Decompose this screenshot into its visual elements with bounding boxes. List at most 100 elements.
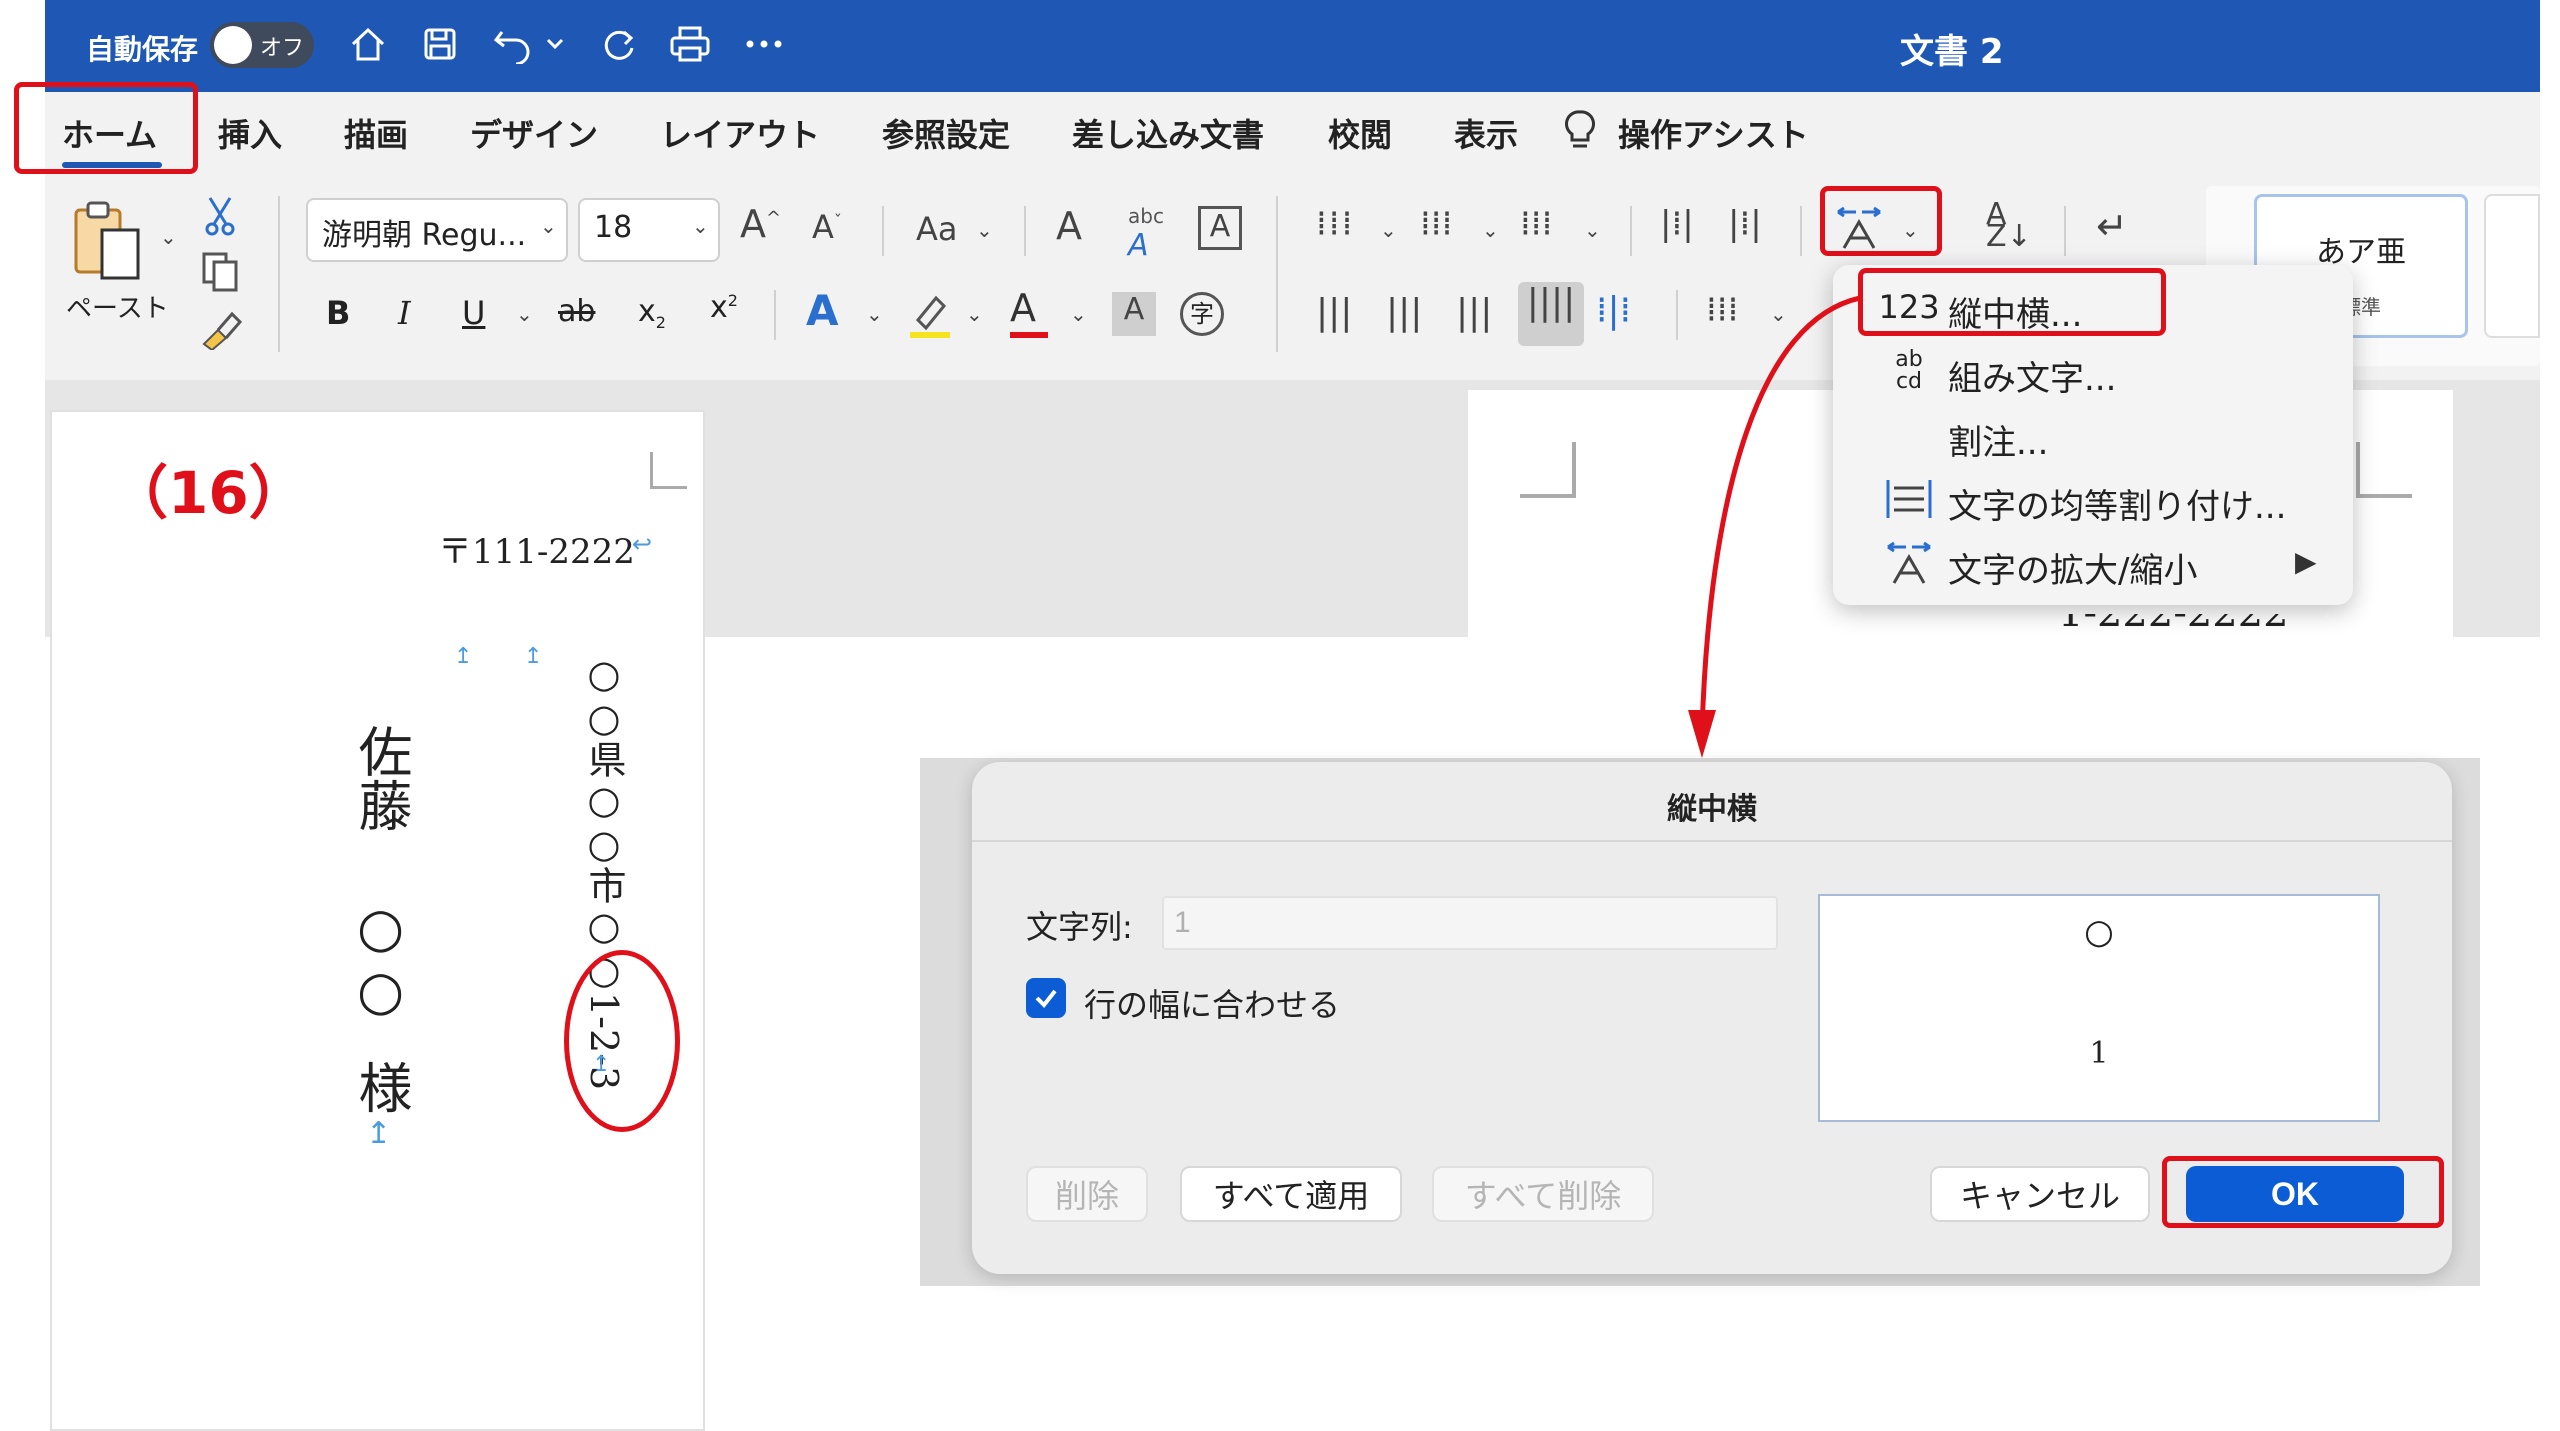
menu-item-combine-characters[interactable]: ab cd 組み文字... [1833,339,2353,401]
highlight-ok-button [2162,1156,2444,1228]
copy-icon[interactable] [198,250,242,294]
paragraph-mark: ↥ [366,1116,392,1151]
numbering-dropdown-icon[interactable]: ⌄ [1482,218,1499,242]
undo-icon[interactable] [490,20,538,68]
bold-icon[interactable]: B [326,294,350,332]
shrink-font-icon[interactable]: Aˇ [812,208,842,246]
italic-icon[interactable]: I [398,294,411,332]
margin-mark [650,452,687,489]
align-center-icon[interactable]: ||| [1386,292,1422,333]
show-formatting-icon[interactable]: ↵ [2096,204,2128,248]
strikethrough-icon[interactable]: ab [558,294,595,329]
tab-draw[interactable]: 描画 [344,110,408,156]
underline-dropdown-icon[interactable]: ⌄ [516,302,533,326]
menu-item-label: 割注... [1948,423,2049,463]
tab-tell-me[interactable]: 操作アシスト [1618,110,1809,156]
align-bottom-icon[interactable]: ||| [1456,292,1492,333]
delete-all-button[interactable]: すべて削除 [1432,1166,1654,1222]
paste-dropdown-icon[interactable]: ⌄ [160,225,177,249]
menu-item-distribute-text[interactable]: 文字の均等割り付け... [1833,467,2353,529]
font-color-dropdown-icon[interactable]: ⌄ [1070,302,1087,326]
font-name-dropdown-icon[interactable]: ⌄ [540,214,557,238]
style-next[interactable] [2484,194,2540,338]
highlight-house-number [564,950,680,1132]
character-shading-icon[interactable]: A [1112,292,1156,336]
tab-mailings[interactable]: 差し込み文書 [1072,110,1264,156]
print-icon[interactable] [666,20,714,68]
text-string-input[interactable] [1162,896,1778,950]
autosave-state: オフ [260,36,305,61]
font-name-select[interactable]: 游明朝 Regu... [306,198,568,262]
fit-to-line-checkbox[interactable] [1026,978,1066,1018]
menu-item-warichu[interactable]: 割注... [1833,403,2353,465]
highlight-home-tab [14,82,198,174]
cut-icon[interactable] [200,194,240,238]
grow-font-icon[interactable]: A^ [740,202,781,246]
bullets-icon[interactable]: ⁞⁞⁞ [1316,204,1354,244]
change-case-dropdown-icon[interactable]: ⌄ [976,218,993,242]
margin-mark [2356,442,2412,498]
tab-references[interactable]: 参照設定 [882,110,1010,156]
paragraph-mark: ↥ [524,644,543,669]
clear-formatting-icon[interactable]: A [1056,204,1082,248]
text-effects-icon[interactable]: A [806,286,839,335]
tab-review[interactable]: 校閲 [1328,110,1392,156]
tab-layout[interactable]: レイアウト [660,110,820,156]
dialog-title: 縦中横 [1667,792,1757,827]
text-effects-dropdown-icon[interactable]: ⌄ [866,302,883,326]
tab-insert[interactable]: 挿入 [218,110,282,156]
undo-dropdown-icon[interactable] [540,20,570,68]
subscript-icon[interactable]: x2 [638,294,666,332]
menu-item-scale-text[interactable]: 文字の拡大/縮小 ▶ [1833,531,2353,593]
bullets-dropdown-icon[interactable]: ⌄ [1380,218,1397,242]
decrease-indent-icon[interactable]: |⁞| [1660,204,1694,244]
delete-button[interactable]: 削除 [1026,1166,1148,1222]
font-color-swatch [1010,332,1048,338]
tab-view[interactable]: 表示 [1454,110,1518,156]
fit-to-line-label: 行の幅に合わせる [1084,986,1341,1024]
font-color-icon[interactable]: A [1010,286,1036,330]
increase-indent-icon[interactable]: |⁞| [1728,204,1762,244]
paragraph-mark: ↩ [632,530,653,558]
toggle-knob [214,26,252,64]
align-top-icon[interactable]: ||| [1316,292,1352,333]
autosave-toggle[interactable]: オフ [210,22,314,68]
character-border-icon[interactable]: A [1198,206,1242,250]
more-icon[interactable] [740,20,788,68]
phonetic-guide-icon[interactable]: abc A [1128,204,1164,263]
save-icon[interactable] [416,20,464,68]
font-name-value: 游明朝 Regu... [322,218,527,253]
justify-icon[interactable]: |||| [1518,282,1584,346]
autosave-label: 自動保存 [86,33,199,66]
distribute-icon[interactable]: ⁞|⁞ [1596,290,1631,331]
home-icon[interactable] [344,20,392,68]
superscript-icon[interactable]: x2 [710,290,738,325]
highlight-color-icon[interactable] [908,290,952,340]
preview-number: 1 [2089,1036,2109,1071]
multilevel-dropdown-icon[interactable]: ⌄ [1584,218,1601,242]
underline-icon[interactable]: U [462,294,485,332]
enclosed-character-icon[interactable]: 字 [1180,292,1224,336]
paste-icon[interactable] [68,198,158,288]
dialog-divider [972,840,2452,842]
cancel-button[interactable]: キャンセル [1930,1166,2150,1222]
multilevel-list-icon[interactable]: ⁞⁞⁞ [1520,204,1552,244]
submenu-arrow-icon: ▶ [2295,545,2317,578]
font-size-dropdown-icon[interactable]: ⌄ [692,214,709,238]
apply-all-button[interactable]: すべて適用 [1180,1166,1402,1222]
highlight-dropdown-icon[interactable]: ⌄ [966,302,983,326]
recipient-surname: 佐藤 [349,724,412,832]
redo-icon[interactable] [594,20,642,68]
honorific: 様 [349,1060,412,1114]
change-case-icon[interactable]: Aa [916,210,958,248]
recipient-given-name: ○○ [349,896,412,1022]
margin-mark [1520,442,1576,498]
paste-label: ペースト [66,294,169,324]
distribute-text-icon [1881,475,1937,523]
step-label: （16） [110,459,307,527]
sort-icon[interactable]: A Z↓ [1986,200,2032,252]
tab-design[interactable]: デザイン [470,110,598,156]
document-page[interactable]: （16） 〒111-2222 ↩ ↥ ↥ ○○県○○市○○1-2-3 ↥ 佐藤 … [50,410,705,1431]
numbering-icon[interactable]: ⁞⁞⁞ [1420,204,1452,244]
format-painter-icon[interactable] [198,306,244,350]
